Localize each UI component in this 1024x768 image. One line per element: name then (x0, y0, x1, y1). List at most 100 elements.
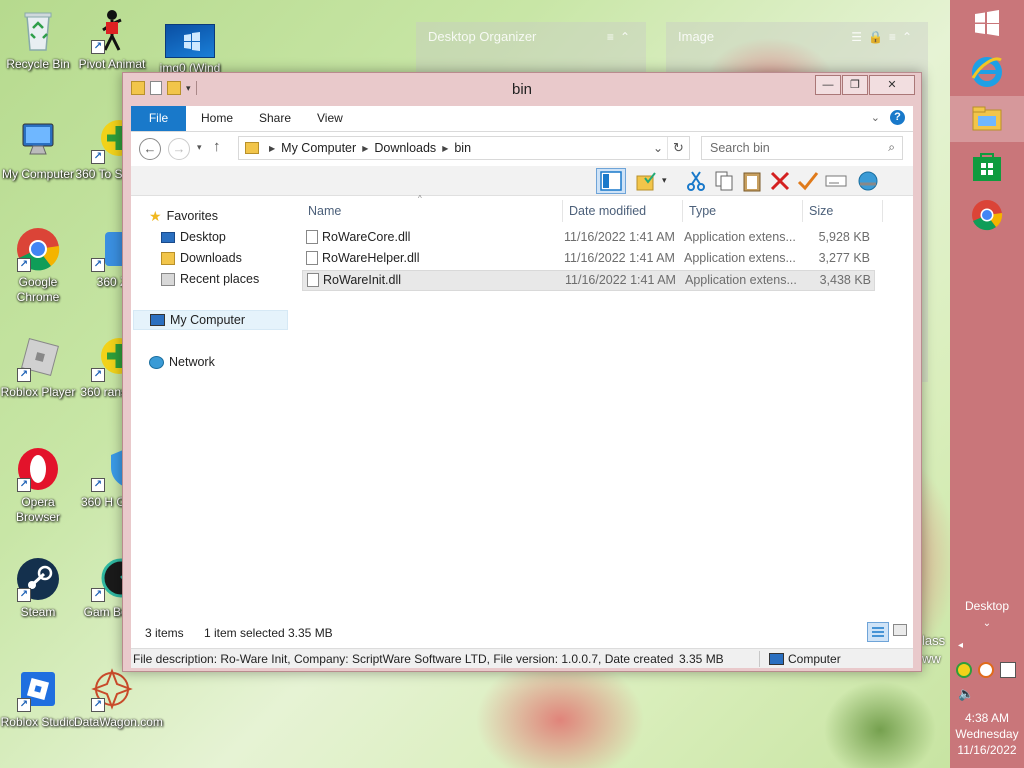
desktop-icon-recycle-bin[interactable]: Recycle Bin (0, 8, 76, 72)
nav-desktop[interactable]: Desktop (161, 227, 226, 247)
maximize-button[interactable]: ❐ (842, 75, 868, 95)
folder-options-button[interactable] (633, 168, 659, 194)
custom-toolbar: ▾ (131, 166, 913, 196)
nav-favorites[interactable]: ★ Favorites (149, 206, 218, 226)
tab-share[interactable]: Share (245, 106, 305, 131)
preview-pane-button[interactable] (596, 168, 626, 194)
gadget-controls[interactable]: ≡⌃ (607, 30, 636, 44)
desktop-icon (161, 231, 175, 243)
file-row[interactable]: RoWareCore.dll 11/16/2022 1:41 AM Applic… (302, 228, 875, 249)
clock-day: Wednesday (955, 727, 1019, 741)
taskbar-internet-explorer[interactable] (950, 48, 1024, 94)
cut-button[interactable] (683, 168, 709, 194)
internet-explorer-icon (971, 57, 1002, 87)
chevron-up-icon[interactable]: ⌃ (620, 30, 636, 44)
dropdown-arrow-icon[interactable]: ▾ (662, 175, 667, 186)
breadcrumb-separator-icon[interactable]: ▶ (442, 144, 448, 153)
title-bar[interactable]: ▾ bin — ❐ ✕ (123, 73, 921, 105)
taskbar-file-explorer[interactable] (950, 96, 1024, 142)
tray-network-icon[interactable] (1000, 662, 1016, 678)
nav-my-computer[interactable]: My Computer (133, 310, 288, 330)
address-dropdown-icon[interactable]: ⌄ (653, 141, 663, 155)
column-header-date[interactable]: Date modified (563, 200, 683, 222)
menu-icon[interactable]: ≡ (889, 30, 902, 44)
desktop-icon-steam[interactable]: ↗ Steam (0, 556, 76, 620)
tab-home[interactable]: Home (187, 106, 247, 131)
desktop-icon-img0[interactable]: img0 (Wind (152, 8, 228, 76)
tray-expand-icon[interactable]: ◂ (958, 640, 963, 651)
details-view-button[interactable] (867, 622, 889, 642)
breadcrumb-separator-icon[interactable]: ▶ (362, 144, 368, 153)
info-location: Computer (788, 652, 841, 666)
desktop-icon-google-chrome[interactable]: ↗ Google Chrome (0, 226, 76, 305)
desktop-icon-label: Pivot Animat (78, 57, 146, 71)
desktop-icon-roblox-studio[interactable]: ↗ Roblox Studio (0, 666, 76, 730)
desktop-icon-pivot[interactable]: ↗ Pivot Animat (74, 8, 150, 72)
gadget-controls[interactable]: ☰🔒≡⌃ (851, 30, 918, 44)
nav-network[interactable]: Network (149, 352, 215, 372)
column-header-name[interactable]: Name (302, 200, 563, 222)
rename-button[interactable] (823, 168, 849, 194)
nav-downloads[interactable]: Downloads (161, 248, 242, 268)
desktop-icon-roblox-player[interactable]: ↗ Roblox Player (0, 336, 76, 400)
apply-button[interactable] (795, 168, 821, 194)
ribbon-tabs: File Home Share View ⌄ ? (131, 106, 913, 132)
breadcrumb-downloads[interactable]: Downloads (374, 141, 436, 155)
file-size: 3,438 KB (819, 273, 871, 287)
nav-recent-places[interactable]: Recent places (161, 269, 259, 289)
minimize-button[interactable]: — (815, 75, 841, 95)
lock-icon[interactable]: 🔒 (868, 30, 889, 44)
taskbar-chrome[interactable] (950, 192, 1024, 238)
refresh-icon[interactable]: ↻ (667, 137, 689, 159)
menu-icon[interactable]: ≡ (607, 30, 620, 44)
file-size: 3,277 KB (818, 251, 870, 265)
list-icon[interactable]: ☰ (851, 30, 868, 44)
folder-check-icon (636, 172, 656, 191)
desktop-icon-opera[interactable]: ↗ Opera Browser (0, 446, 76, 525)
expand-ribbon-icon[interactable]: ⌄ (871, 111, 880, 124)
desktop-icon-my-computer[interactable]: My Computer (0, 118, 76, 182)
paste-button[interactable] (739, 168, 765, 194)
breadcrumb-my-computer[interactable]: My Computer (281, 141, 356, 155)
details-info-bar: File description: Ro-Ware Init, Company:… (131, 648, 913, 668)
breadcrumb-bin[interactable]: bin (454, 141, 471, 155)
copy-button[interactable] (711, 168, 737, 194)
info-divider (759, 651, 760, 667)
clock-time: 4:38 AM (964, 711, 1010, 725)
delete-button[interactable] (767, 168, 793, 194)
tray-360-icon[interactable] (956, 662, 972, 678)
up-button[interactable]: ↑ (213, 138, 221, 155)
column-header-type[interactable]: Type (683, 200, 803, 222)
network-drive-button[interactable] (855, 168, 881, 194)
taskbar-store[interactable] (950, 144, 1024, 190)
search-icon[interactable]: ⌕ (888, 140, 895, 155)
tab-view[interactable]: View (303, 106, 357, 131)
file-row-selected[interactable]: RoWareInit.dll 11/16/2022 1:41 AM Applic… (302, 270, 875, 291)
clock[interactable]: 4:38 AM Wednesday 11/16/2022 (950, 710, 1024, 758)
file-row[interactable]: RoWareHelper.dll 11/16/2022 1:41 AM Appl… (302, 249, 875, 270)
forward-button[interactable]: → (168, 138, 190, 160)
search-input[interactable] (710, 138, 880, 158)
volume-icon[interactable]: 🔈 (958, 686, 974, 702)
close-button[interactable]: ✕ (869, 75, 915, 95)
breadcrumb-separator-icon[interactable]: ▶ (269, 144, 275, 153)
desktop-icon-datawagon[interactable]: ↗ DataWagon.com (74, 666, 163, 730)
tab-file[interactable]: File (131, 106, 186, 131)
search-box[interactable]: ⌕ (701, 136, 903, 160)
help-icon[interactable]: ? (890, 110, 905, 125)
chevron-up-icon[interactable]: ⌃ (902, 30, 918, 44)
address-bar[interactable]: ▶ My Computer ▶ Downloads ▶ bin ⌄ ↻ (238, 136, 690, 160)
column-header-size[interactable]: Size (803, 200, 883, 222)
scissors-icon (687, 171, 705, 191)
computer-icon (769, 653, 784, 665)
start-button[interactable] (950, 0, 1024, 46)
downloads-folder-icon (161, 251, 175, 265)
navigation-bar: ← → ▾ ↑ ▶ My Computer ▶ Downloads ▶ bin … (131, 132, 913, 166)
tray-shield-icon[interactable] (978, 662, 994, 678)
desktop-toolbar-label[interactable]: Desktop (950, 599, 1024, 613)
recent-locations-icon[interactable]: ▾ (197, 142, 202, 153)
shortcut-arrow-icon: ↗ (17, 478, 31, 492)
large-icons-view-button[interactable] (893, 624, 907, 636)
chevron-down-icon[interactable]: ⌄ (950, 618, 1024, 629)
back-button[interactable]: ← (139, 138, 161, 160)
